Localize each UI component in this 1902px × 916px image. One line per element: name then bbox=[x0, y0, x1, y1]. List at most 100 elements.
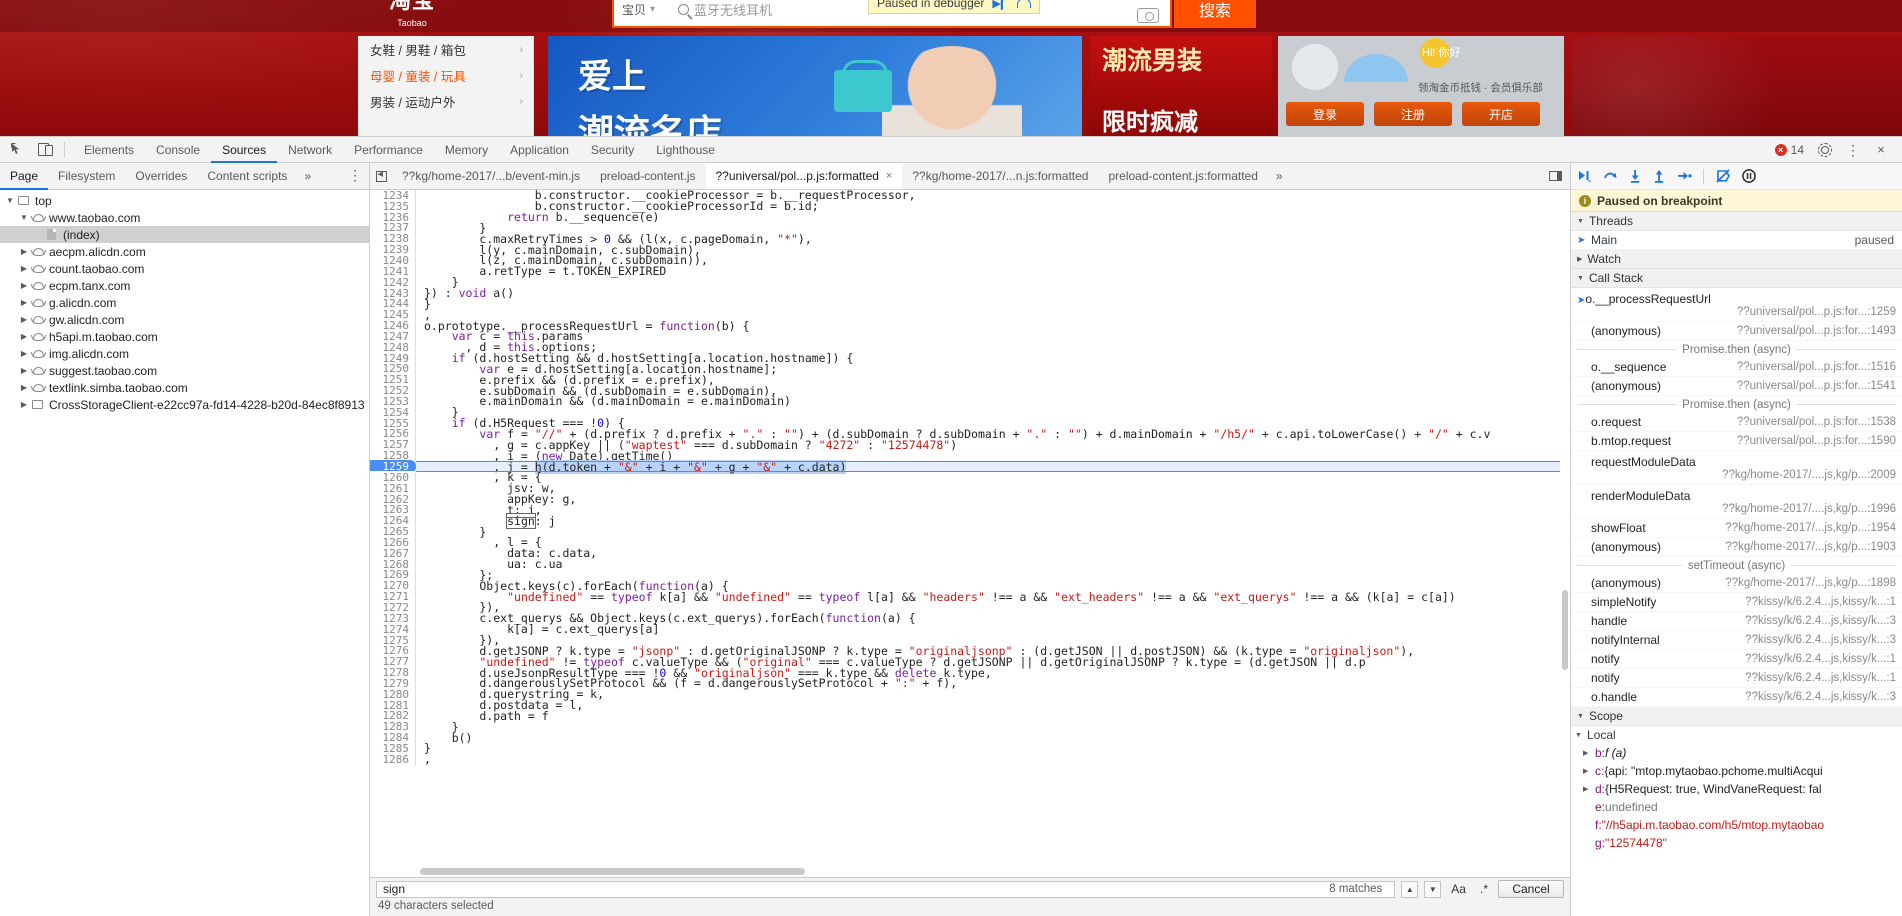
scope-local-header[interactable]: ▼ Local bbox=[1571, 726, 1902, 744]
tree-item[interactable]: www.taobao.com bbox=[0, 209, 369, 226]
line-number[interactable]: 1286 bbox=[370, 752, 416, 766]
search-category-dropdown[interactable]: 宝贝 ▾ bbox=[614, 1, 672, 18]
scope-variable-row[interactable]: ▶ b: f (a) bbox=[1571, 744, 1902, 762]
open-shop-button[interactable]: 开店 bbox=[1462, 102, 1540, 126]
tab-overrides[interactable]: Overrides bbox=[125, 163, 197, 190]
match-case-toggle[interactable]: Aa bbox=[1447, 882, 1470, 896]
call-stack-frame[interactable]: renderModuleData ??kg/home-2017/....js,kg… bbox=[1571, 485, 1902, 519]
cancel-button[interactable]: Cancel bbox=[1498, 880, 1564, 898]
chevron-right-icon[interactable] bbox=[18, 264, 30, 273]
step-out-button[interactable] bbox=[1653, 169, 1666, 183]
tab-network[interactable]: Network bbox=[277, 137, 343, 163]
tab-content-scripts[interactable]: Content scripts bbox=[197, 163, 297, 190]
step-into-button[interactable] bbox=[1629, 169, 1642, 183]
close-devtools-button[interactable]: × bbox=[1868, 138, 1894, 162]
call-stack-frame[interactable]: (anonymous) ??kg/home-2017/...js,kg/p...:… bbox=[1571, 538, 1902, 557]
navigate-back-button[interactable] bbox=[370, 163, 392, 189]
call-stack-frame[interactable]: notify ??kissy/k/6.2.4...js,kissy/k...:1 bbox=[1571, 650, 1902, 669]
code-line[interactable]: 1265 } bbox=[370, 525, 1560, 539]
chevron-right-icon[interactable] bbox=[18, 281, 30, 290]
code-line[interactable]: 1242 } bbox=[370, 275, 1560, 289]
threads-section-header[interactable]: ▼ Threads bbox=[1571, 212, 1902, 231]
tree-item[interactable]: h5api.m.taobao.com bbox=[0, 328, 369, 345]
login-button[interactable]: 登录 bbox=[1286, 102, 1364, 126]
tab-application[interactable]: Application bbox=[499, 137, 580, 163]
call-stack-frame[interactable]: simpleNotify ??kissy/k/6.2.4...js,kissy/k… bbox=[1571, 593, 1902, 612]
chevron-right-icon[interactable]: ▶ bbox=[1583, 749, 1595, 757]
editor-vertical-scrollbar[interactable] bbox=[1560, 190, 1570, 863]
error-count-badge[interactable]: × 14 bbox=[1774, 143, 1810, 157]
chevron-down-icon[interactable] bbox=[4, 196, 16, 205]
call-stack-frame[interactable]: b.mtop.request ??universal/pol...p.js:for… bbox=[1571, 432, 1902, 451]
tab-elements[interactable]: Elements bbox=[73, 137, 145, 163]
tree-item[interactable]: img.alicdn.com bbox=[0, 345, 369, 362]
regex-toggle[interactable]: .* bbox=[1476, 882, 1492, 896]
tab-sources[interactable]: Sources bbox=[211, 137, 277, 163]
code-line[interactable]: 1264 sign: j bbox=[370, 512, 1560, 529]
hero-banner[interactable]: 爱上 潮流名店 bbox=[548, 36, 1082, 136]
call-stack-frame[interactable]: notifyInternal ??kissy/k/6.2.4...js,kissy… bbox=[1571, 631, 1902, 650]
call-stack-frame[interactable]: (anonymous) ??universal/pol...p.js:for...… bbox=[1571, 322, 1902, 341]
call-stack-frame[interactable]: ➤o.__processRequestUrl ??universal/pol...… bbox=[1571, 288, 1902, 322]
call-stack-frame[interactable]: o.handle ??kissy/k/6.2.4...js,kissy/k...:… bbox=[1571, 688, 1902, 707]
image-search-button[interactable] bbox=[1126, 0, 1170, 32]
code-line[interactable]: 1241 a.retType = t.TOKEN_EXPIRED bbox=[370, 264, 1560, 278]
tree-item[interactable]: ecpm.tanx.com bbox=[0, 277, 369, 294]
code-line[interactable]: 1274 k[a] = c.ext_querys[a] bbox=[370, 622, 1560, 636]
tree-item[interactable]: top bbox=[0, 192, 369, 209]
tab-console[interactable]: Console bbox=[145, 137, 211, 163]
search-submit-button[interactable]: 搜索 bbox=[1174, 0, 1256, 28]
navigator-tabs-overflow[interactable]: » bbox=[297, 169, 318, 183]
taobao-logo[interactable]: 淘宝 Taobao bbox=[372, 0, 452, 34]
scope-section-header[interactable]: ▼ Scope bbox=[1571, 707, 1902, 726]
inspect-element-button[interactable] bbox=[4, 138, 30, 162]
step-over-icon[interactable] bbox=[1017, 0, 1032, 8]
call-stack-frame[interactable]: handle ??kissy/k/6.2.4...js,kissy/k...:3 bbox=[1571, 612, 1902, 631]
category-menu[interactable]: 女鞋 / 男鞋 / 箱包 › 母婴 / 童装 / 玩具 › 男装 / 运动户外 … bbox=[358, 36, 534, 136]
code-line[interactable]: 1283 } bbox=[370, 720, 1560, 734]
chevron-right-icon[interactable] bbox=[18, 400, 30, 409]
scope-variable-row[interactable]: e: undefined bbox=[1571, 798, 1902, 816]
file-tab-selected[interactable]: ??universal/pol...p.js:formatted × bbox=[705, 163, 903, 189]
promo-banner[interactable]: 潮流男装 限时疯减 bbox=[1090, 36, 1272, 136]
file-tab[interactable]: ??kg/home-2017/...n.js:formatted bbox=[902, 163, 1098, 189]
settings-button[interactable] bbox=[1812, 138, 1838, 162]
scrollbar-thumb[interactable] bbox=[420, 868, 805, 875]
navigator-more-button[interactable]: ⋮ bbox=[341, 168, 369, 183]
more-tools-button[interactable]: ⋮ bbox=[1840, 138, 1866, 162]
show-navigator-icon[interactable] bbox=[1549, 171, 1562, 181]
scope-variable-row[interactable]: ▶ d: {H5Request: true, WindVaneRequest: f… bbox=[1571, 780, 1902, 798]
chevron-right-icon[interactable] bbox=[18, 332, 30, 341]
watch-section-header[interactable]: ▶ Watch bbox=[1571, 250, 1902, 269]
step-button[interactable] bbox=[1677, 169, 1692, 183]
tree-item[interactable]: (index) bbox=[0, 226, 369, 243]
thread-row[interactable]: ➤ Main paused bbox=[1571, 231, 1902, 250]
file-tab[interactable]: preload-content.js bbox=[590, 163, 705, 189]
code-line[interactable]: 1285} bbox=[370, 741, 1560, 755]
tree-item[interactable]: count.taobao.com bbox=[0, 260, 369, 277]
register-button[interactable]: 注册 bbox=[1374, 102, 1452, 126]
tab-page[interactable]: Page bbox=[0, 163, 48, 190]
tree-item[interactable]: textlink.simba.taobao.com bbox=[0, 379, 369, 396]
code-line[interactable]: 1271 "undefined" == typeof k[a] && "unde… bbox=[370, 590, 1560, 604]
code-line[interactable]: 1262 appKey: g, bbox=[370, 492, 1560, 506]
chevron-right-icon[interactable] bbox=[18, 383, 30, 392]
code-editor[interactable]: 1234 b.constructor.__cookieProcessor = b… bbox=[370, 190, 1570, 877]
call-stack-frame[interactable]: showFloat ??kg/home-2017/...js,kg/p...:19… bbox=[1571, 519, 1902, 538]
tab-lighthouse[interactable]: Lighthouse bbox=[645, 137, 726, 163]
chevron-right-icon[interactable]: ▶ bbox=[1583, 767, 1595, 775]
tree-item[interactable]: g.alicdn.com bbox=[0, 294, 369, 311]
call-stack-frame[interactable]: (anonymous) ??kg/home-2017/...js,kg/p...:… bbox=[1571, 574, 1902, 593]
code-line[interactable]: 1244} bbox=[370, 297, 1560, 311]
scope-variable-row[interactable]: g: "12574478" bbox=[1571, 834, 1902, 852]
chevron-right-icon[interactable] bbox=[18, 349, 30, 358]
code-lines[interactable]: 1234 b.constructor.__cookieProcessor = b… bbox=[370, 190, 1560, 863]
call-stack-frame[interactable]: o.__sequence ??universal/pol...p.js:for..… bbox=[1571, 358, 1902, 377]
chevron-down-icon[interactable] bbox=[18, 213, 30, 222]
code-line[interactable]: 1236 return b.__sequence(e) bbox=[370, 210, 1560, 224]
tree-item[interactable]: CrossStorageClient-e22cc97a-fd14-4228-b2… bbox=[0, 396, 369, 413]
tab-filesystem[interactable]: Filesystem bbox=[48, 163, 125, 190]
tree-item[interactable]: aecpm.alicdn.com bbox=[0, 243, 369, 260]
chevron-right-icon[interactable]: ▶ bbox=[1583, 785, 1595, 793]
call-stack-frame[interactable]: requestModuleData ??kg/home-2017/....js,k… bbox=[1571, 451, 1902, 485]
